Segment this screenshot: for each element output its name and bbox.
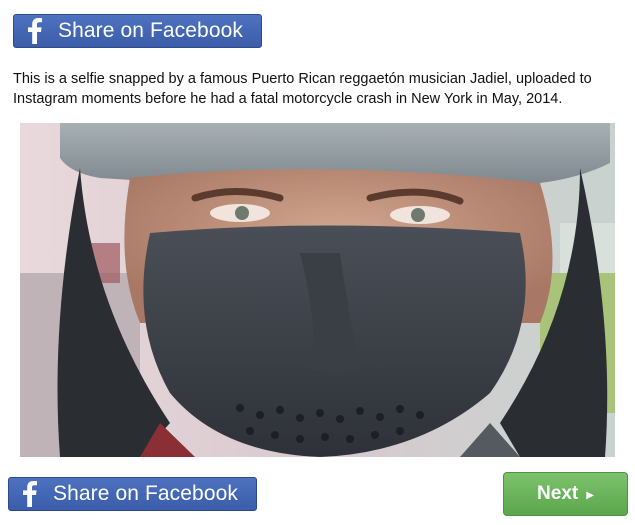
- photo-caption: This is a selfie snapped by a famous Pue…: [13, 71, 592, 107]
- share-button-label: Share on Facebook: [53, 482, 238, 505]
- share-button-label: Share on Facebook: [58, 19, 243, 42]
- facebook-icon: [19, 479, 41, 509]
- next-button-label: Next: [537, 483, 579, 504]
- facebook-icon: [24, 16, 46, 46]
- play-arrow-icon: ▶: [586, 490, 594, 501]
- selfie-photo: [20, 123, 615, 457]
- next-button[interactable]: Next ▶: [503, 472, 628, 516]
- page: Share on Facebook This is a selfie snapp…: [0, 0, 635, 525]
- share-on-facebook-button-bottom[interactable]: Share on Facebook: [8, 477, 257, 511]
- share-on-facebook-button-top[interactable]: Share on Facebook: [13, 14, 262, 48]
